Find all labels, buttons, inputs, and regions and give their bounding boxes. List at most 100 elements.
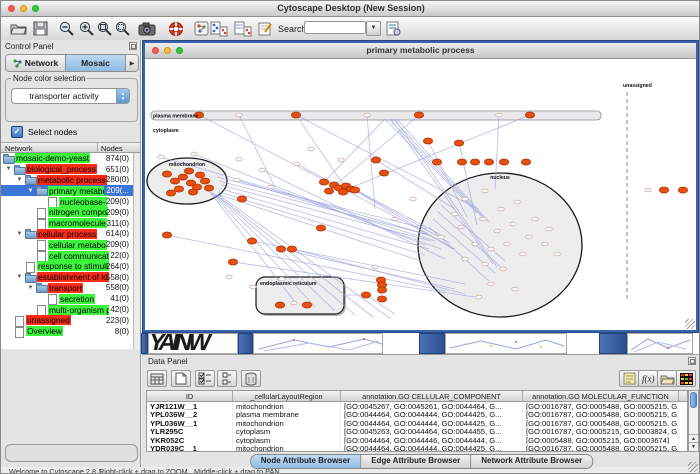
open-folder-icon[interactable] [9, 19, 28, 38]
snapshot-camera-icon[interactable] [137, 19, 156, 38]
expand-arrow[interactable]: ▼ [14, 231, 25, 237]
table-column-header[interactable]: ID [147, 391, 233, 401]
expand-arrow[interactable]: ▼ [14, 177, 25, 183]
network-view-window[interactable]: primary metabolic process plasma membran… [143, 41, 698, 332]
zoom-in-icon[interactable] [77, 19, 96, 38]
help-lifesaver-icon[interactable] [166, 19, 185, 38]
tree-item[interactable]: secretion41(0) [1, 293, 133, 304]
tree-item[interactable]: unassigned223(0) [1, 315, 133, 326]
tree-item[interactable]: ▼primary metabolic process209(... [1, 185, 133, 196]
annotation-icon[interactable] [256, 19, 275, 38]
expand-arrow[interactable]: ▼ [25, 188, 36, 194]
expand-arrow[interactable]: ▼ [25, 285, 36, 291]
background-window-thumbnail[interactable] [253, 333, 383, 354]
table-row[interactable]: YPL036W__2plasma membrane[GO:0044464, GO… [147, 410, 687, 419]
node [520, 252, 526, 256]
tree-item[interactable]: nucleobase-209(0) [1, 196, 133, 207]
tree-item[interactable]: ▼metabolic process280(0) [1, 175, 133, 186]
node-color-dropdown-value: transporter activity [12, 91, 116, 101]
background-window-edge[interactable] [599, 333, 627, 354]
status-welcome: Welcome to Cytoscape 2.8.1 [9, 467, 102, 474]
network-canvas[interactable]: plasma membranecytoplasmmitochondrionnuc… [145, 59, 696, 330]
tree-item-label: multi-organism pro [48, 305, 109, 315]
scroll-down-arrow[interactable]: ▼ [689, 442, 698, 451]
expand-arrow[interactable]: ▼ [3, 166, 14, 172]
tree-item[interactable]: ▼establishment of lo558(0) [1, 272, 133, 283]
table-row[interactable]: YLR295Ccytoplasm[GO:0045263, GO:0044464,… [147, 427, 687, 436]
table-row[interactable]: YJR121W__1mitochondrion[GO:0045267, GO:0… [147, 402, 687, 411]
background-window-thumbnail[interactable]: YAINW [148, 333, 238, 354]
heatmap-icon[interactable] [676, 370, 696, 387]
node [510, 222, 516, 226]
float-data-panel-icon[interactable] [688, 357, 696, 365]
import-network-icon[interactable] [209, 19, 228, 38]
float-panel-icon[interactable] [129, 42, 137, 50]
tree-item-label: cellular process [37, 229, 97, 239]
search-input[interactable] [304, 21, 366, 34]
node-color-dropdown[interactable]: transporter activity ▲▼ [11, 88, 130, 104]
attribute-checklist-icon[interactable] [195, 370, 215, 387]
view-resize-grip[interactable] [685, 319, 695, 329]
tab-network[interactable]: Network [6, 55, 66, 71]
tree-item[interactable]: cellular metabo209(0) [1, 239, 133, 250]
edge [239, 115, 275, 187]
node [338, 158, 344, 162]
zoom-selected-icon[interactable] [113, 19, 132, 38]
tree-item-count: 209(0) [106, 240, 129, 249]
attribute-grid-icon[interactable] [147, 370, 167, 387]
import-attributes-icon[interactable] [657, 370, 677, 387]
node [291, 301, 297, 305]
tree-item[interactable]: macromolecule311(0) [1, 218, 133, 229]
search-settings-icon[interactable] [384, 19, 403, 38]
zoom-fit-icon[interactable] [95, 19, 114, 38]
tree-item[interactable]: ▼cellular process614(0) [1, 229, 133, 240]
background-window-edge[interactable] [141, 333, 148, 354]
table-column-header[interactable]: annotation.GO CELLULAR_COMPONENT [341, 391, 523, 401]
background-window-thumbnail[interactable] [445, 333, 567, 354]
selected-node [247, 238, 256, 244]
background-window-edge[interactable] [419, 333, 445, 354]
title-bar[interactable]: Cytoscape Desktop (New Session) [1, 1, 700, 17]
tree-item-count: 22(0) [110, 251, 129, 260]
table-column-header[interactable]: annotation.GO MOLECULAR_FUNCTION [523, 391, 679, 401]
attribute-list-icon[interactable] [217, 370, 237, 387]
zoom-out-icon[interactable] [57, 19, 76, 38]
tree-item[interactable]: cell communicat22(0) [1, 250, 133, 261]
tree-item[interactable]: mosaic-demo-yeast874(0) [1, 153, 133, 164]
node [494, 229, 500, 233]
attribute-table[interactable]: ID_cellularLayoutRegionannotation.GO CEL… [146, 390, 688, 452]
import-table-icon[interactable] [233, 19, 252, 38]
network-file-icon [36, 240, 47, 249]
function-builder-icon[interactable]: f(x) [638, 370, 658, 387]
create-attribute-icon[interactable] [171, 370, 191, 387]
expand-arrow[interactable]: ▼ [14, 274, 25, 280]
tree-item[interactable]: ▼biological_process651(0) [1, 164, 133, 175]
network-file-icon [36, 208, 47, 217]
table-column-header[interactable]: _cellularLayoutRegion [233, 391, 341, 401]
table-row[interactable]: YPL036W__1mitochondrion[GO:0044464, GO:0… [147, 419, 687, 428]
window-resize-grip[interactable] [688, 462, 698, 472]
tree-item[interactable]: response to stimulu264(0) [1, 261, 133, 272]
node [392, 217, 398, 221]
delete-attribute-icon[interactable] [241, 370, 261, 387]
search-dropdown-arrow[interactable]: ▼ [366, 21, 381, 36]
network-view-titlebar[interactable]: primary metabolic process [145, 43, 696, 59]
table-row[interactable]: YKR052Ccytoplasm[GO:0044464, GO:0044446,… [147, 436, 687, 445]
notepad-icon[interactable] [619, 370, 639, 387]
tree-item[interactable]: multi-organism pro42(0) [1, 304, 133, 315]
tab-overflow-arrow[interactable]: ▶ [126, 55, 138, 71]
tree-item[interactable]: Overview8(0) [1, 326, 133, 337]
tree-item[interactable]: ▼transport558(0) [1, 283, 133, 294]
tree-header[interactable]: Network Nodes [1, 142, 140, 153]
scrollbar-thumb[interactable] [690, 392, 697, 408]
tree-scrollbar[interactable] [133, 153, 140, 349]
tree-item[interactable]: nitrogen compo209(0) [1, 207, 133, 218]
tree-item-count: 280(0) [106, 175, 129, 184]
save-icon[interactable] [31, 19, 50, 38]
table-row[interactable]: YDR039C__1mitochondrion[GO:0044464, GO:0… [147, 444, 687, 452]
table-scrollbar[interactable]: ▲ ▼ [688, 390, 699, 452]
tab-mosaic[interactable]: Mosaic [66, 55, 126, 71]
background-window-thumbnail[interactable] [627, 333, 693, 354]
background-window-edge[interactable] [238, 333, 253, 354]
select-nodes-checkbox[interactable]: ✓ [11, 126, 23, 138]
